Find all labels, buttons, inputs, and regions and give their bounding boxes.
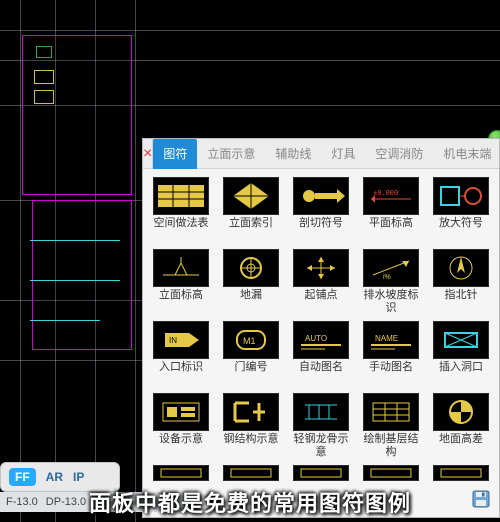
symbol-label: 钢结构示意 [224,433,279,459]
keel-icon [293,393,349,431]
symbol-item[interactable]: 轻钢龙骨示意 [287,391,355,461]
symbol-item[interactable]: 空间做法表 [147,175,215,245]
entry-icon: IN [153,321,209,359]
ip-button[interactable]: IP [73,470,84,484]
tab-symbols[interactable]: 图符 [153,139,197,169]
symbol-item[interactable]: AUTO 自动图名 [287,319,355,389]
symbol-icon [223,465,279,481]
palette-tabstrip: × 图符 立面示意 辅助线 灯具 空调消防 机电末端 + [143,139,499,169]
symbol-item[interactable] [427,463,495,483]
symbol-item[interactable] [287,463,355,483]
symbol-icon [363,465,419,481]
opening-icon [433,321,489,359]
symbol-label: 自动图名 [299,361,343,387]
steel-icon [223,393,279,431]
symbol-item[interactable]: 立面索引 [217,175,285,245]
detail-icon [433,177,489,215]
symbol-item[interactable]: 设备示意 [147,391,215,461]
symbol-item[interactable] [147,463,215,483]
symbol-label: 立面标高 [159,289,203,315]
subtitle-caption: 面板中都是免费的常用图符图例 [89,486,411,518]
symbol-item[interactable]: IN 入口标识 [147,319,215,389]
tab-guidelines[interactable]: 辅助线 [265,139,321,169]
symbol-icon [293,465,349,481]
svg-text:NAME: NAME [375,334,398,343]
symbol-item[interactable] [357,463,425,483]
symbol-label: 空间做法表 [154,217,209,243]
symbol-item[interactable]: 剖切符号 [287,175,355,245]
symbol-label: 起铺点 [305,289,338,315]
symbol-label: 手动图名 [369,361,413,387]
symbol-palette-panel: × 图符 立面示意 辅助线 灯具 空调消防 机电末端 + 空间做法表立面索引剖切… [142,138,500,518]
symbol-item[interactable]: 钢结构示意 [217,391,285,461]
tab-mep[interactable]: 机电末端 [433,139,500,169]
symbol-item[interactable]: i% 排水坡度标识 [357,247,425,317]
svg-text:AUTO: AUTO [305,334,327,343]
symbol-label: 插入洞口 [439,361,483,387]
elev-plan-icon: ±0.000 [363,177,419,215]
symbol-item[interactable] [217,463,285,483]
north-icon [433,249,489,287]
symbol-item[interactable]: 地漏 [217,247,285,317]
tab-hvac-fire[interactable]: 空调消防 [365,139,433,169]
tab-elevation[interactable]: 立面示意 [197,139,265,169]
drain-icon [223,249,279,287]
svg-text:M1: M1 [243,336,256,346]
ff-button[interactable]: FF [9,468,36,486]
symbol-item[interactable]: 地面高差 [427,391,495,461]
symbol-label: 轻钢龙骨示意 [289,433,353,459]
symbol-icon [433,465,489,481]
symbol-label: 门编号 [235,361,268,387]
symbol-item[interactable]: 起铺点 [287,247,355,317]
symbol-label: 设备示意 [159,433,203,459]
symbol-item[interactable]: 立面标高 [147,247,215,317]
autoname-icon: AUTO [293,321,349,359]
slope-icon: i% [363,249,419,287]
dim-label: DP-13.0 [46,496,86,508]
close-button[interactable]: × [143,139,153,169]
doorno-icon: M1 [223,321,279,359]
symbol-label: 排水坡度标识 [359,289,423,315]
save-icon[interactable] [470,488,492,510]
symbol-icon [153,465,209,481]
svg-text:i%: i% [383,274,391,281]
symbol-label: 放大符号 [439,217,483,243]
symbol-label: 地漏 [240,289,262,315]
svg-text:IN: IN [169,336,177,345]
symbol-label: 立面索引 [229,217,273,243]
baselayer-icon [363,393,419,431]
palette-grid: 空间做法表立面索引剖切符号 ±0.000 平面标高放大符号立面标高 地漏 起铺点 i% 排水… [143,169,499,517]
start-icon [293,249,349,287]
symbol-item[interactable]: 绘制基层结构 [357,391,425,461]
symbol-label: 绘制基层结构 [359,433,423,459]
elev-icon [153,249,209,287]
diamond-icon [223,177,279,215]
symbol-label: 入口标识 [159,361,203,387]
symbol-item[interactable]: ±0.000 平面标高 [357,175,425,245]
section-icon [293,177,349,215]
equip-icon [153,393,209,431]
table-icon [153,177,209,215]
tab-lighting[interactable]: 灯具 [321,139,365,169]
symbol-item[interactable]: 放大符号 [427,175,495,245]
symbol-item[interactable]: 插入洞口 [427,319,495,389]
svg-text:±0.000: ±0.000 [373,190,398,198]
dim-label: F-13.0 [6,496,38,508]
symbol-label: 地面高差 [439,433,483,459]
symbol-item[interactable]: NAME 手动图名 [357,319,425,389]
leveldiff-icon [433,393,489,431]
symbol-label: 剖切符号 [299,217,343,243]
symbol-label: 指北针 [445,289,478,315]
ar-button[interactable]: AR [46,470,63,484]
symbol-label: 平面标高 [369,217,413,243]
symbol-item[interactable]: 指北针 [427,247,495,317]
symbol-item[interactable]: M1 门编号 [217,319,285,389]
manname-icon: NAME [363,321,419,359]
